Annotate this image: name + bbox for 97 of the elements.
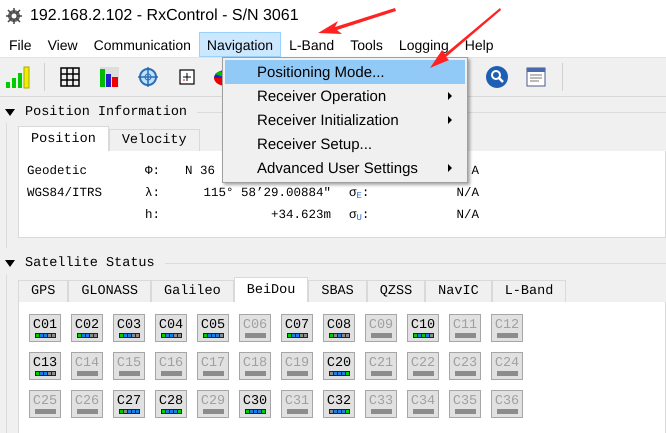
collapse-toggle-icon[interactable] xyxy=(5,108,15,116)
signal-bar-icon xyxy=(244,370,266,376)
tab[interactable]: Position xyxy=(18,126,109,151)
tab[interactable]: L-Band xyxy=(492,280,566,302)
signal-bar-icon xyxy=(202,408,224,414)
tab[interactable]: BeiDou xyxy=(234,277,308,302)
signal-bar-icon xyxy=(76,408,98,414)
sigma-label: σ$_{E}$: xyxy=(349,185,370,203)
satellite-button[interactable]: C32 xyxy=(323,390,355,418)
satellite-button[interactable]: C13 xyxy=(29,352,61,380)
satellite-button[interactable]: C07 xyxy=(281,314,313,342)
satellite-button[interactable]: C08 xyxy=(323,314,355,342)
menu-item[interactable]: Logging xyxy=(390,32,457,57)
symbol-label: λ: xyxy=(145,185,160,202)
satellite-button[interactable]: C10 xyxy=(407,314,439,342)
tab[interactable]: Galileo xyxy=(151,280,234,302)
satellite-button[interactable]: C27 xyxy=(113,390,145,418)
tab[interactable]: GLONASS xyxy=(68,280,152,302)
coordinate-value: 115° 58’29.00884″ xyxy=(203,185,331,202)
signal-bar-icon xyxy=(370,370,392,376)
satellite-button[interactable]: C04 xyxy=(155,314,187,342)
group-title: Position Information xyxy=(25,104,188,120)
submenu-arrow-icon xyxy=(448,164,452,172)
signal-bar-icon xyxy=(160,332,182,338)
signal-bar-icon xyxy=(244,408,266,414)
coordinate-value: N 36 xyxy=(185,163,216,180)
submenu-arrow-icon xyxy=(448,116,452,124)
signal-bar-icon xyxy=(34,332,56,338)
row-label: WGS84/ITRS xyxy=(27,185,102,202)
crosshair-icon[interactable] xyxy=(135,64,161,90)
app-icon xyxy=(6,8,22,24)
menu-item[interactable]: File xyxy=(1,32,40,57)
menu-option[interactable]: Advanced User Settings xyxy=(225,156,465,180)
signal-bar-icon xyxy=(412,332,434,338)
symbol-label: h: xyxy=(145,207,160,224)
sigma-value: A xyxy=(471,163,479,180)
signal-bar-icon xyxy=(496,408,518,414)
satellite-button[interactable]: C28 xyxy=(155,390,187,418)
signal-bar-icon xyxy=(118,370,140,376)
satellite-button[interactable]: C03 xyxy=(113,314,145,342)
signal-bar-icon xyxy=(496,370,518,376)
signal-bar-icon xyxy=(454,332,476,338)
window-title: 192.168.2.102 - RxControl - S/N 3061 xyxy=(30,7,299,25)
signal-bar-icon xyxy=(328,408,350,414)
signal-bar-icon xyxy=(202,370,224,376)
satellite-button[interactable]: C20 xyxy=(323,352,355,380)
signal-bar-icon xyxy=(76,332,98,338)
satellite-button[interactable]: C01 xyxy=(29,314,61,342)
satellite-button[interactable]: C30 xyxy=(239,390,271,418)
submenu-arrow-icon xyxy=(448,92,452,100)
menu-item[interactable]: Navigation xyxy=(198,32,282,57)
signal-bar-icon xyxy=(244,332,266,338)
signal-bar-icon xyxy=(328,370,350,376)
sigma-value: N/A xyxy=(456,207,479,224)
signal-bar-icon xyxy=(412,408,434,414)
menu-option[interactable]: Receiver Setup... xyxy=(225,132,465,156)
menu-item[interactable]: Communication xyxy=(86,32,199,57)
sigma-value: N/A xyxy=(456,185,479,202)
signal-bar-icon xyxy=(286,332,308,338)
signal-bar-icon xyxy=(286,408,308,414)
signal-bar-icon xyxy=(454,370,476,376)
signal-bar-icon xyxy=(286,370,308,376)
menu-item[interactable]: View xyxy=(40,32,86,57)
signal-bar-icon xyxy=(160,370,182,376)
search-icon[interactable] xyxy=(484,64,510,90)
tab[interactable]: GPS xyxy=(18,280,68,302)
signal-bar-icon xyxy=(202,332,224,338)
satellite-button[interactable]: C02 xyxy=(71,314,103,342)
signal-bar-icon xyxy=(496,332,518,338)
signal-bar-icon xyxy=(454,408,476,414)
tab[interactable]: QZSS xyxy=(366,280,426,302)
menu-option[interactable]: Receiver Initialization xyxy=(225,108,465,132)
menu-option[interactable]: Receiver Operation xyxy=(225,84,465,108)
signal-bar-icon xyxy=(160,408,182,414)
menu-item[interactable]: Tools xyxy=(342,32,391,57)
collapse-toggle-icon[interactable] xyxy=(5,260,15,266)
signal-bar-icon xyxy=(34,370,56,376)
coordinate-value: +34.623m xyxy=(270,207,331,224)
menu-item[interactable]: L-Band xyxy=(281,32,342,57)
tab[interactable]: NavIC xyxy=(425,280,492,302)
signal-bar-icon xyxy=(412,370,434,376)
row-label: Geodetic xyxy=(27,163,88,180)
signal-bar-icon xyxy=(34,408,56,414)
tab[interactable]: Velocity xyxy=(108,129,200,151)
signal-bar-icon xyxy=(370,332,392,338)
signal-bar-icon xyxy=(118,332,140,338)
menu-item[interactable]: Help xyxy=(456,32,502,57)
sigma-label: σ$_{U}$: xyxy=(349,207,370,225)
menu-option[interactable]: Positioning Mode... xyxy=(225,60,465,84)
signal-bar-icon xyxy=(328,332,350,338)
group-title: Satellite Status xyxy=(25,256,155,270)
signal-bar-icon xyxy=(118,408,140,414)
signal-bar-icon xyxy=(370,408,392,414)
symbol-label: Φ: xyxy=(145,163,160,180)
satellite-button[interactable]: C05 xyxy=(197,314,229,342)
tab[interactable]: SBAS xyxy=(308,280,367,302)
signal-bar-icon xyxy=(76,370,98,376)
